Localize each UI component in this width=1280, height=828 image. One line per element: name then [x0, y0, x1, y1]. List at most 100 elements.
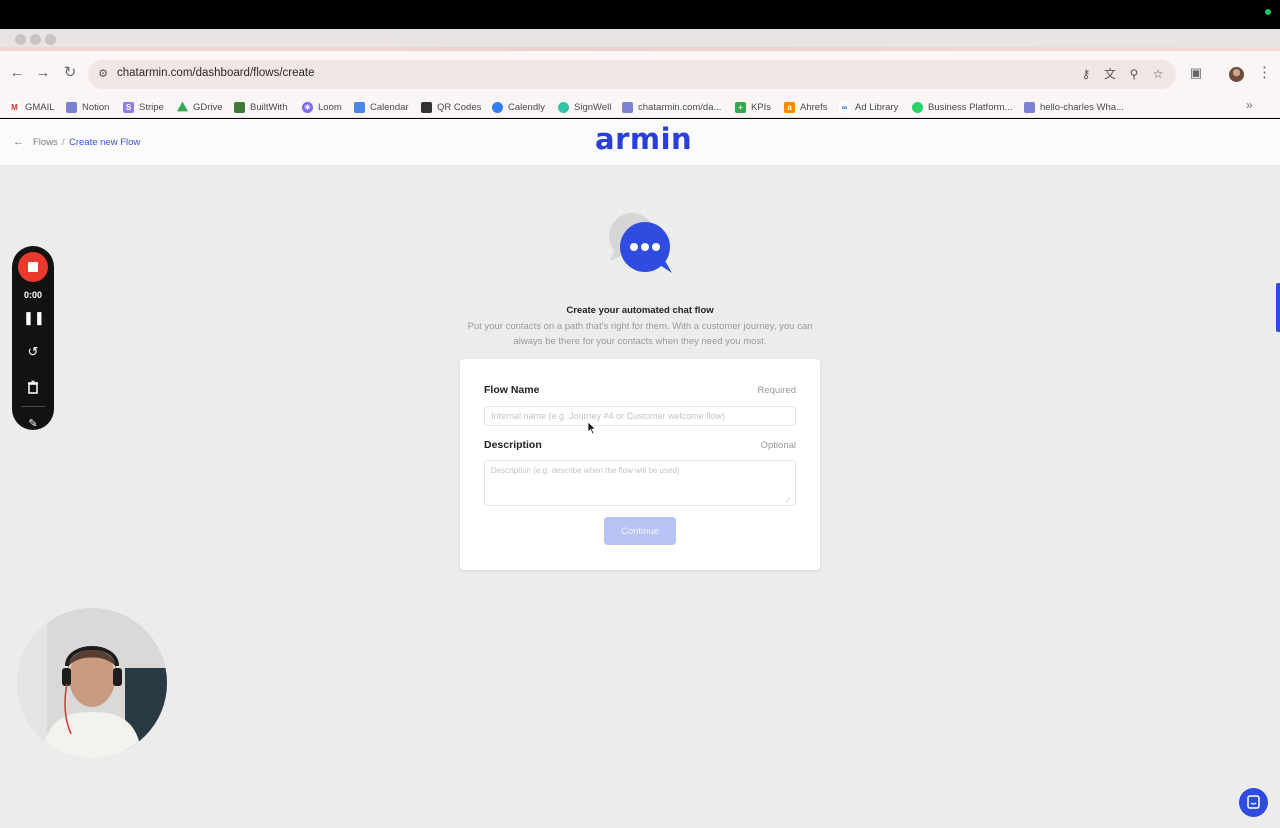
flow-name-label: Flow Name — [484, 384, 540, 396]
bookmarks-bar: M GMAIL Notion S Stripe GDrive BuiltWith ✳… — [0, 96, 1280, 118]
loom-icon: ✳ — [302, 101, 313, 113]
zoom-icon[interactable]: ⚲ — [1126, 66, 1142, 82]
bookmark-label: Notion — [82, 101, 110, 113]
browser-toolbar: ← → ↻ ⚙ chatarmin.com/dashboard/flows/cr… — [0, 51, 1280, 96]
bookmark-ad-library[interactable]: ∞ Ad Library — [839, 99, 898, 115]
whatsapp-icon — [912, 101, 923, 113]
bookmark-business-platform[interactable]: Business Platform... — [912, 99, 1012, 115]
bookmark-label: GMAIL — [25, 101, 55, 113]
trash-icon[interactable] — [23, 377, 43, 397]
bookmark-calendly[interactable]: Calendly — [492, 99, 545, 115]
bookmark-label: KPIs — [751, 101, 772, 113]
bookmark-qr-codes[interactable]: QR Codes — [421, 99, 481, 115]
forward-icon[interactable]: → — [34, 64, 52, 82]
bookmark-label: Calendly — [508, 101, 545, 113]
profile-avatar[interactable] — [1229, 67, 1244, 82]
bookmark-chatarmin[interactable]: chatarmin.com/da... — [622, 99, 721, 115]
password-key-icon[interactable]: ⚷ — [1078, 66, 1094, 82]
screen-recorder-panel: 0:00 ❚❚ ↺ ✎ — [12, 246, 54, 430]
flow-name-input[interactable] — [484, 406, 796, 426]
sheets-icon: + — [735, 101, 746, 113]
os-top-bar — [0, 0, 1280, 29]
bookmark-label: SignWell — [574, 101, 612, 113]
bookmarks-overflow-icon[interactable]: » — [1246, 98, 1253, 112]
recorder-divider — [21, 406, 45, 407]
description-textarea[interactable] — [484, 460, 796, 506]
app-content: ← Flows / Create new Flow armin Create y… — [0, 119, 1280, 828]
webcam-bubble[interactable] — [17, 608, 167, 758]
armin-logo[interactable]: armin — [595, 122, 692, 156]
side-feedback-tab[interactable] — [1276, 283, 1280, 332]
breadcrumb-flows[interactable]: Flows — [33, 137, 58, 148]
notion-icon — [66, 101, 77, 113]
window-minimize-button[interactable] — [30, 34, 41, 45]
gdrive-icon — [177, 101, 188, 112]
bookmark-loom[interactable]: ✳ Loom — [302, 99, 342, 115]
address-bar[interactable]: ⚙ chatarmin.com/dashboard/flows/create ⚷… — [88, 60, 1176, 89]
stop-icon — [28, 262, 38, 272]
back-arrow-icon[interactable]: ← — [13, 136, 24, 148]
bookmark-label: BuiltWith — [250, 101, 288, 113]
browser-menu-icon[interactable]: ⋮ — [1257, 64, 1272, 82]
bookmark-signwell[interactable]: SignWell — [558, 99, 611, 115]
translate-icon[interactable]: 文 — [1102, 66, 1118, 82]
reload-icon[interactable]: ↻ — [61, 64, 79, 82]
chatarmin-icon — [622, 101, 633, 113]
bookmark-label: Calendar — [370, 101, 409, 113]
window-maximize-button[interactable] — [45, 34, 56, 45]
qr-code-icon — [421, 101, 432, 113]
bookmark-hello-charles[interactable]: hello-charles Wha... — [1024, 99, 1124, 115]
bookmark-label: Business Platform... — [928, 101, 1013, 113]
hero-title: Create your automated chat flow — [566, 305, 714, 316]
bookmark-label: Ad Library — [855, 101, 899, 113]
signwell-icon — [558, 101, 569, 113]
chat-support-launcher[interactable] — [1239, 788, 1268, 817]
bookmark-stripe[interactable]: S Stripe — [123, 99, 164, 115]
bookmark-label: hello-charles Wha... — [1040, 101, 1124, 113]
ahrefs-icon: a — [784, 101, 795, 113]
bookmark-label: Loom — [318, 101, 342, 113]
url-text[interactable]: chatarmin.com/dashboard/flows/create — [117, 67, 315, 79]
create-flow-form: Flow Name Required Description Optional … — [460, 359, 820, 570]
back-icon[interactable]: ← — [8, 64, 26, 82]
draw-pen-icon[interactable]: ✎ — [26, 418, 40, 430]
textarea-resize-handle[interactable]: ∕ — [788, 497, 794, 504]
bookmark-ahrefs[interactable]: a Ahrefs — [784, 99, 827, 115]
breadcrumb-current: Create new Flow — [69, 137, 141, 148]
app-header: ← Flows / Create new Flow armin — [0, 119, 1280, 166]
site-info-icon[interactable]: ⚙ — [96, 67, 110, 81]
bookmark-builtwith[interactable]: BuiltWith — [234, 99, 287, 115]
hello-charles-icon — [1024, 101, 1035, 113]
description-optional-hint: Optional — [760, 440, 796, 451]
bookmark-gmail[interactable]: M GMAIL — [9, 99, 55, 115]
bookmark-label: QR Codes — [437, 101, 482, 113]
bookmark-calendar[interactable]: Calendar — [354, 99, 409, 115]
breadcrumb-separator: / — [62, 137, 65, 148]
builtwith-icon — [234, 101, 245, 113]
bookmark-gdrive[interactable]: GDrive — [177, 99, 223, 115]
mouse-cursor-icon — [587, 421, 597, 435]
calendar-icon — [354, 101, 365, 113]
continue-button[interactable]: Continue — [604, 517, 676, 545]
bookmark-star-icon[interactable]: ☆ — [1150, 66, 1166, 82]
stripe-icon: S — [123, 101, 134, 113]
description-label: Description — [484, 439, 542, 451]
stop-recording-button[interactable] — [18, 252, 48, 282]
bookmark-label: chatarmin.com/da... — [638, 101, 722, 113]
calendly-icon — [492, 101, 503, 113]
bookmark-label: Ahrefs — [800, 101, 828, 113]
flow-name-required-hint: Required — [757, 385, 796, 396]
gmail-icon: M — [9, 101, 20, 113]
chat-bubbles-icon — [609, 213, 672, 273]
pause-icon[interactable]: ❚❚ — [23, 308, 45, 328]
bookmark-notion[interactable]: Notion — [66, 99, 109, 115]
hero-description: Put your contacts on a path that's right… — [467, 321, 813, 347]
bookmark-label: GDrive — [193, 101, 223, 113]
restart-icon[interactable]: ↺ — [23, 342, 43, 362]
bookmark-kpis[interactable]: + KPIs — [735, 99, 771, 115]
meta-icon: ∞ — [839, 101, 850, 113]
extensions-icon[interactable]: ▣ — [1188, 65, 1204, 81]
status-indicator-dot — [1265, 9, 1271, 15]
window-close-button[interactable] — [15, 34, 26, 45]
bookmark-label: Stripe — [139, 101, 164, 113]
